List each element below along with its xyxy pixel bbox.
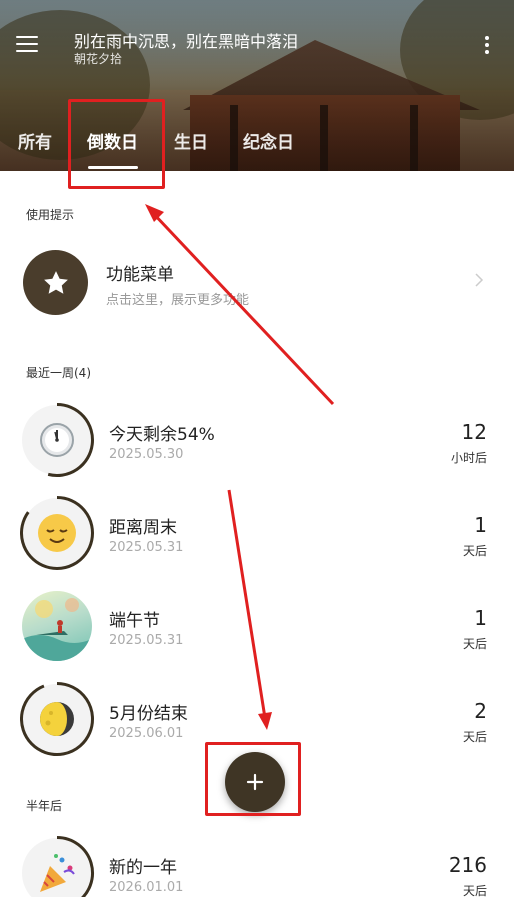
annotation-arrowhead: [145, 204, 164, 222]
annotation-arrowhead: [258, 712, 272, 730]
annotation-arrow-line: [227, 489, 267, 719]
annotation-arrow-line: [150, 210, 335, 406]
annotation-arrows: [145, 204, 335, 730]
